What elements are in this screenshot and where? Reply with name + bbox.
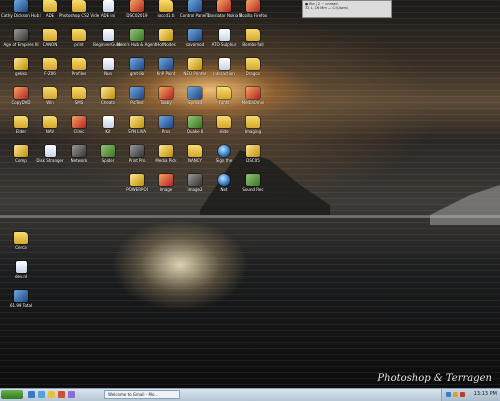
desktop-icon[interactable]: dev.nl: [1, 261, 41, 293]
folder-icon: [159, 0, 173, 12]
desktop-icon[interactable]: Imaging: [233, 116, 273, 148]
application-icon: [14, 87, 28, 99]
desktop-icon-label: Bombs-fall: [242, 42, 264, 47]
application-icon: [130, 87, 144, 99]
application-icon: [130, 145, 144, 157]
desktop-icon[interactable]: MediaOmni: [233, 87, 273, 119]
application-icon: [246, 0, 260, 12]
document-icon: [102, 58, 114, 70]
taskbar: Welcome to Gmail - Mo... 13:13 PM: [0, 388, 500, 401]
folder-icon: [43, 87, 57, 99]
document-icon: [15, 261, 27, 273]
mini-window[interactable]: ● file | 2 ~ unread 32 L, 16 Mm — C:\Use…: [302, 0, 392, 18]
application-icon: [159, 174, 173, 186]
document-icon: [44, 145, 56, 157]
application-icon: [130, 58, 144, 70]
desktop-icon-label: 61.99 Total: [9, 303, 33, 308]
application-icon: [159, 145, 173, 157]
desktop-icon-label: dev.nl: [15, 274, 27, 279]
folder-icon: [246, 116, 260, 128]
desktop-icon-label: MediaOmni: [241, 100, 265, 105]
folder-icon: [72, 58, 86, 70]
tray-antivirus-icon[interactable]: [460, 392, 465, 397]
application-icon: [130, 0, 144, 12]
application-icon: [14, 0, 28, 12]
application-icon: [246, 145, 260, 157]
clock: 13:13 PM: [473, 391, 497, 397]
globe-icon: [218, 174, 230, 186]
application-icon: [188, 58, 202, 70]
quicklaunch-desktop-icon[interactable]: [38, 391, 45, 398]
document-icon: [102, 116, 114, 128]
folder-icon: [43, 116, 57, 128]
desktop-icon[interactable]: 61.99 Total: [1, 290, 41, 322]
application-icon: [246, 87, 260, 99]
folder-icon: [217, 87, 231, 99]
desktop-icon-label: Mozilla Firefox: [238, 13, 268, 18]
desktop-icon-label: Dragon: [245, 71, 261, 76]
desktop-icon-label: Sound Rec: [242, 187, 264, 192]
folder-icon: [14, 232, 28, 244]
application-icon: [130, 174, 144, 186]
system-tray: 13:13 PM: [441, 389, 500, 401]
application-icon: [101, 87, 115, 99]
folder-icon: [217, 116, 231, 128]
taskbar-task-button[interactable]: Welcome to Gmail - Mo...: [104, 390, 180, 399]
desktop-icon[interactable]: Mozilla Firefox: [233, 0, 273, 32]
application-icon: [130, 29, 144, 41]
folder-icon: [72, 87, 86, 99]
document-icon: [102, 0, 114, 12]
folder-icon: [72, 0, 86, 12]
desktop: Cathy Dickson Hub ManagerADEPhotoshop CS…: [0, 0, 500, 388]
application-icon: [130, 116, 144, 128]
application-icon: [159, 29, 173, 41]
application-icon: [72, 116, 86, 128]
folder-icon: [246, 58, 260, 70]
application-icon: [246, 174, 260, 186]
quicklaunch-media-icon[interactable]: [58, 391, 65, 398]
application-icon: [188, 29, 202, 41]
document-icon: [218, 58, 230, 70]
folder-icon: [246, 29, 260, 41]
folder-icon: [14, 116, 28, 128]
desktop-icon[interactable]: Cerca: [1, 232, 41, 264]
desktop-icon-label: Imaging: [244, 129, 262, 134]
application-icon: [159, 116, 173, 128]
folder-icon: [43, 29, 57, 41]
application-icon: [188, 0, 202, 12]
application-icon: [159, 87, 173, 99]
application-icon: [188, 174, 202, 186]
document-icon: [218, 29, 230, 41]
desktop-icon[interactable]: Bombs-fall: [233, 29, 273, 61]
desktop-icon[interactable]: Sound Rec: [233, 174, 273, 206]
application-icon: [188, 87, 202, 99]
folder-icon: [43, 0, 57, 12]
application-icon: [14, 145, 28, 157]
start-button[interactable]: [1, 390, 23, 399]
document-icon: [102, 29, 114, 41]
folder-icon: [72, 29, 86, 41]
desktop-icon[interactable]: DSC05: [233, 145, 273, 177]
application-icon: [188, 116, 202, 128]
tray-network-icon[interactable]: [446, 392, 451, 397]
application-icon: [14, 29, 28, 41]
desktop-icon-label: DSC05: [246, 158, 260, 163]
desktop-icon[interactable]: Dragon: [233, 58, 273, 90]
quicklaunch-app-icon[interactable]: [68, 391, 75, 398]
wallpaper-watermark: Photoshop & Terragen: [377, 373, 492, 384]
mini-window-line-2: 32 L, 16 Mm — C:\Users\: [305, 6, 349, 10]
folder-icon: [43, 58, 57, 70]
quicklaunch-folder-icon[interactable]: [48, 391, 55, 398]
application-icon: [72, 145, 86, 157]
application-icon: [14, 58, 28, 70]
folder-icon: [188, 145, 202, 157]
tray-volume-icon[interactable]: [453, 392, 458, 397]
quicklaunch-ie-icon[interactable]: [28, 391, 35, 398]
application-icon: [159, 58, 173, 70]
application-icon: [101, 145, 115, 157]
desktop-icon-label: Cerca: [15, 245, 27, 250]
globe-icon: [218, 145, 230, 157]
application-icon: [217, 0, 231, 12]
application-icon: [14, 290, 28, 302]
